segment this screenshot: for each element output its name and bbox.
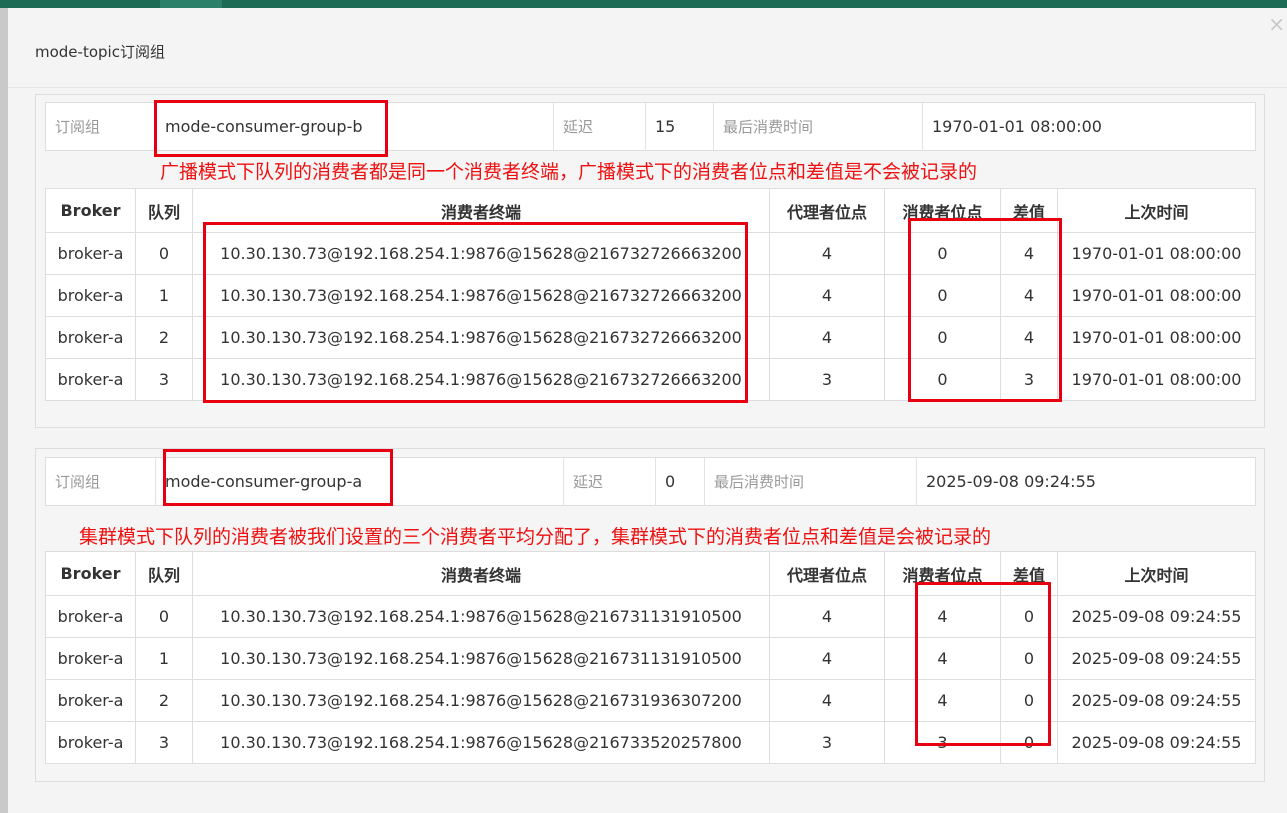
app-top-bar <box>0 0 1287 8</box>
cell-queue: 2 <box>135 679 193 722</box>
table-row: broker-a 2 10.30.130.73@192.168.254.1:98… <box>45 679 1256 722</box>
cell-queue: 3 <box>135 358 193 401</box>
dialog-title: mode-topic订阅组 <box>35 43 165 61</box>
table-row: broker-a 1 10.30.130.73@192.168.254.1:98… <box>45 637 1256 680</box>
cell-last-time: 2025-09-08 09:24:55 <box>1057 637 1256 680</box>
cluster-annotation-note: 集群模式下队列的消费者被我们设置的三个消费者平均分配了，集群模式下的消费者位点和… <box>79 526 992 548</box>
cell-broker-offset: 3 <box>769 358 885 401</box>
cell-broker: broker-a <box>45 595 136 638</box>
delay-value-cell: 15 <box>646 103 714 150</box>
consumer-queue-table: Broker 队列 消费者终端 代理者位点 消费者位点 差值 上次时间 brok… <box>45 551 1256 764</box>
cell-broker: broker-a <box>45 721 136 764</box>
cell-broker-offset: 3 <box>769 721 885 764</box>
cell-last-time: 2025-09-08 09:24:55 <box>1057 679 1256 722</box>
cell-queue: 0 <box>135 595 193 638</box>
last-time-label-cell: 最后消费时间 <box>714 103 923 150</box>
group-label: 订阅组 <box>55 473 101 491</box>
last-consume-time-value: 2025-09-08 09:24:55 <box>926 472 1096 491</box>
col-broker-offset: 代理者位点 <box>769 551 885 596</box>
cell-broker: broker-a <box>45 679 136 722</box>
cell-broker-offset: 4 <box>769 316 885 359</box>
cell-queue: 3 <box>135 721 193 764</box>
cell-client: 10.30.130.73@192.168.254.1:9876@15628@21… <box>192 721 770 764</box>
cell-last-time: 2025-09-08 09:24:55 <box>1057 721 1256 764</box>
last-consume-time-label: 最后消费时间 <box>723 118 814 136</box>
cell-last-time: 1970-01-01 08:00:00 <box>1057 274 1256 317</box>
col-broker: Broker <box>45 188 136 233</box>
cell-broker-offset: 4 <box>769 679 885 722</box>
highlight-box-group-b-clients <box>203 222 748 403</box>
col-broker: Broker <box>45 551 136 596</box>
cell-last-time: 1970-01-01 08:00:00 <box>1057 316 1256 359</box>
cell-broker: broker-a <box>45 637 136 680</box>
group-label-cell: 订阅组 <box>46 458 156 505</box>
last-consume-time-value: 1970-01-01 08:00:00 <box>932 117 1102 136</box>
delay-label: 延迟 <box>573 473 604 491</box>
col-last-time: 上次时间 <box>1057 551 1256 596</box>
delay-label-cell: 延迟 <box>554 103 646 150</box>
group-label-cell: 订阅组 <box>46 103 156 150</box>
col-queue: 队列 <box>135 188 193 233</box>
cell-broker: broker-a <box>45 232 136 275</box>
table-header-row: Broker 队列 消费者终端 代理者位点 消费者位点 差值 上次时间 <box>45 551 1256 596</box>
cell-queue: 2 <box>135 316 193 359</box>
dialog-header: mode-topic订阅组 × <box>8 8 1287 88</box>
broadcast-annotation-note: 广播模式下队列的消费者都是同一个消费者终端，广播模式下的消费者位点和差值是不会被… <box>160 161 978 183</box>
cell-last-time: 1970-01-01 08:00:00 <box>1057 358 1256 401</box>
active-tab-hint <box>160 0 222 8</box>
cell-queue: 1 <box>135 274 193 317</box>
delay-value: 0 <box>665 472 676 491</box>
cell-broker: broker-a <box>45 274 136 317</box>
cell-client: 10.30.130.73@192.168.254.1:9876@15628@21… <box>192 637 770 680</box>
cell-client: 10.30.130.73@192.168.254.1:9876@15628@21… <box>192 595 770 638</box>
col-broker-offset: 代理者位点 <box>769 188 885 233</box>
col-queue: 队列 <box>135 551 193 596</box>
cell-last-time: 2025-09-08 09:24:55 <box>1057 595 1256 638</box>
cell-client: 10.30.130.73@192.168.254.1:9876@15628@21… <box>192 679 770 722</box>
cell-broker-offset: 4 <box>769 637 885 680</box>
table-row: broker-a 0 10.30.130.73@192.168.254.1:98… <box>45 595 1256 638</box>
highlight-box-group-a-offsets <box>915 582 1051 746</box>
cell-broker: broker-a <box>45 358 136 401</box>
highlight-box-group-a-name <box>163 449 393 506</box>
page-background-strip <box>0 8 8 813</box>
cell-broker-offset: 4 <box>769 232 885 275</box>
delay-value-cell: 0 <box>656 458 705 505</box>
col-last-time: 上次时间 <box>1057 188 1256 233</box>
last-time-value-cell: 1970-01-01 08:00:00 <box>923 103 1255 150</box>
delay-label: 延迟 <box>563 118 594 136</box>
highlight-box-group-b-name <box>154 100 388 157</box>
cell-broker: broker-a <box>45 316 136 359</box>
col-consumer-client: 消费者终端 <box>192 551 770 596</box>
cell-queue: 0 <box>135 232 193 275</box>
last-consume-time-label: 最后消费时间 <box>714 473 805 491</box>
cell-queue: 1 <box>135 637 193 680</box>
last-time-label-cell: 最后消费时间 <box>705 458 917 505</box>
delay-value: 15 <box>655 117 676 136</box>
highlight-box-group-b-offsets <box>908 218 1062 402</box>
delay-label-cell: 延迟 <box>564 458 656 505</box>
last-time-value-cell: 2025-09-08 09:24:55 <box>917 458 1255 505</box>
cell-broker-offset: 4 <box>769 274 885 317</box>
cell-last-time: 1970-01-01 08:00:00 <box>1057 232 1256 275</box>
group-label: 订阅组 <box>55 118 101 136</box>
cell-broker-offset: 4 <box>769 595 885 638</box>
table-row: broker-a 3 10.30.130.73@192.168.254.1:98… <box>45 721 1256 764</box>
close-icon[interactable]: × <box>1268 14 1285 34</box>
